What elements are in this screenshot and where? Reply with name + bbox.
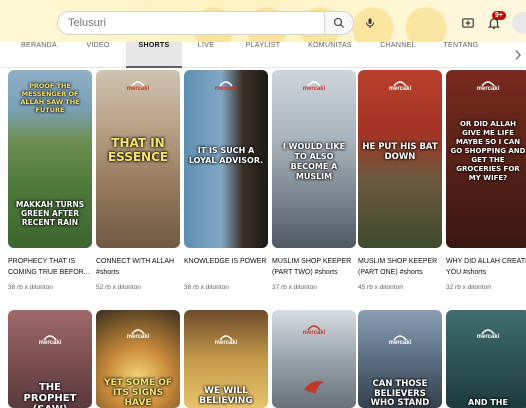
short-title[interactable]: WHY DID ALLAH CREATE YOU #shorts: [446, 256, 526, 278]
tab-live[interactable]: LIVE: [188, 42, 224, 68]
short-views: 37 rb x ditonton: [272, 284, 317, 291]
short-thumbnail[interactable]: mercaki HE PUT HIS BAT DOWN: [358, 70, 442, 248]
short-thumbnail[interactable]: mercaki: [272, 310, 356, 408]
short-views: 32 rb x ditonton: [446, 284, 491, 291]
tab-komunitas[interactable]: KOMUNITAS: [302, 42, 358, 68]
search-box[interactable]: [57, 11, 325, 35]
short-views: 38 rb x ditonton: [184, 284, 229, 291]
thumbnail-caption: IT IS SUCH A LOYAL ADVISOR.: [188, 146, 264, 165]
thumbnail-logo-text: mercaki: [126, 334, 150, 340]
tabs-scroll-right-button[interactable]: [512, 47, 524, 63]
thumbnail-logo-text: mercaki: [388, 340, 412, 346]
avatar[interactable]: [512, 12, 526, 34]
top-bar: 9+: [0, 0, 526, 42]
tab-playlist[interactable]: PLAYLIST: [236, 42, 290, 68]
thumbnail-caption: I WOULD LIKE TO ALSO BECOME A MUSLIM: [282, 142, 346, 181]
thumbnail-caption: THE PROPHET (SAW): [23, 382, 77, 408]
create-button[interactable]: [458, 13, 478, 33]
short-thumbnail[interactable]: mercaki AND THE: [446, 310, 526, 408]
thumbnail-logo-text: mercaki: [126, 86, 150, 92]
short-views: 45 rb x ditonton: [358, 284, 403, 291]
chevron-right-icon: [515, 50, 521, 60]
thumbnail-logo-text: mercaki: [38, 340, 62, 346]
thumbnail-caption: OR DID ALLAH GIVE ME LIFE MAYBE SO I CAN…: [450, 120, 526, 182]
thumbnail-caption: AND THE: [468, 398, 508, 407]
tab-channel[interactable]: CHANNEL: [372, 42, 424, 68]
tab-tentang[interactable]: TENTANG: [434, 42, 488, 68]
short-title[interactable]: KNOWLEDGE IS POWER: [184, 256, 272, 267]
tab-shorts[interactable]: SHORTS: [126, 42, 182, 68]
short-thumbnail[interactable]: PROOF THE MESSENGER OF ALLAH SAW THE FUT…: [8, 70, 92, 248]
short-thumbnail[interactable]: mercaki THE PROPHET (SAW): [8, 310, 92, 408]
create-icon: [462, 18, 474, 28]
short-thumbnail[interactable]: mercaki IT IS SUCH A LOYAL ADVISOR.: [184, 70, 268, 248]
short-title[interactable]: CONNECT WITH ALLAH #shorts: [96, 256, 184, 278]
thumbnail-logo-text: mercaki: [302, 86, 326, 92]
thumbnail-caption: THAT IN ESSENCE: [107, 136, 169, 164]
thumbnail-caption: HE PUT HIS BAT DOWN: [362, 142, 438, 162]
thumbnail-caption: CAN THOSE BELIEVERS WHO STAND: [370, 379, 430, 408]
thumbnail-logo-text: mercaki: [388, 86, 412, 92]
thumbnail-caption: YET SOME OF ITS SIGNS HAVE: [103, 378, 173, 408]
search-button[interactable]: [324, 11, 354, 35]
search-icon: [333, 17, 344, 28]
tab-video[interactable]: VIDEO: [76, 42, 120, 68]
bird-icon: [304, 381, 324, 394]
thumbnail-caption: WE WILL BELIEVING: [199, 386, 253, 406]
thumbnail-logo-text: mercaki: [214, 86, 238, 92]
short-thumbnail[interactable]: mercaki YET SOME OF ITS SIGNS HAVE: [96, 310, 180, 408]
thumbnail-logo-text: mercaki: [214, 340, 238, 346]
short-thumbnail[interactable]: mercaki WE WILL BELIEVING: [184, 310, 268, 408]
notification-badge: 9+: [492, 11, 506, 20]
thumbnail-logo-text: mercaki: [476, 334, 500, 340]
short-title[interactable]: MUSLIM SHOP KEEPER (PART ONE) #shorts: [358, 256, 446, 278]
short-title[interactable]: MUSLIM SHOP KEEPER (PART TWO) #shorts: [272, 256, 360, 278]
mic-icon: [366, 18, 374, 28]
voice-search-button[interactable]: [360, 13, 380, 33]
thumbnail-logo-text: mercaki: [476, 86, 500, 92]
thumbnail-logo-text: mercaki: [302, 330, 326, 336]
tab-beranda[interactable]: BERANDA: [14, 42, 64, 68]
short-thumbnail[interactable]: mercaki CAN THOSE BELIEVERS WHO STAND: [358, 310, 442, 408]
thumbnail-caption: PROOF THE MESSENGER OF ALLAH SAW THE FUT…: [20, 82, 80, 114]
thumbnail-caption-bottom: MAKKAH TURNS GREEN AFTER RECENT RAIN: [15, 200, 85, 227]
search-input[interactable]: [68, 17, 308, 29]
short-thumbnail[interactable]: mercaki OR DID ALLAH GIVE ME LIFE MAYBE …: [446, 70, 526, 248]
short-thumbnail[interactable]: mercaki I WOULD LIKE TO ALSO BECOME A MU…: [272, 70, 356, 248]
short-views: 52 rb x ditonton: [96, 284, 141, 291]
channel-tabs: BERANDA VIDEO SHORTS LIVE PLAYLIST KOMUN…: [0, 42, 526, 68]
short-thumbnail[interactable]: mercaki THAT IN ESSENCE: [96, 70, 180, 248]
short-title[interactable]: PROPHECY THAT IS COMING TRUE BEFOR...: [8, 256, 96, 278]
short-views: 38 rb x ditonton: [8, 284, 53, 291]
